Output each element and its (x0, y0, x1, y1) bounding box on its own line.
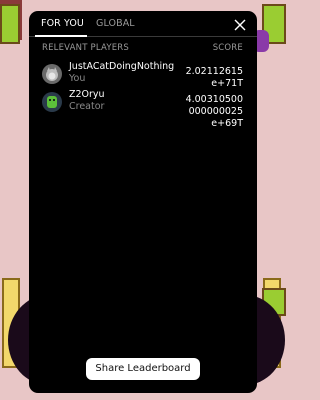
close-icon (234, 19, 246, 31)
player-role: You (69, 73, 86, 84)
player-name: Z2Oryu (69, 89, 105, 100)
tab-for-you[interactable]: FOR YOU (41, 18, 84, 29)
player-score: 4.00310500000000025e+69T (185, 94, 243, 129)
score-column-header: SCORE (212, 43, 243, 53)
leaderboard-row: JustACatDoingNothing You 2.02112615e+71T (29, 61, 257, 91)
players-column-header: RELEVANT PLAYERS (42, 43, 129, 53)
player-name: JustACatDoingNothing (69, 61, 175, 72)
green-character-avatar (42, 92, 62, 112)
cat-photo-avatar (42, 64, 62, 84)
active-tab-indicator (35, 35, 87, 37)
close-button[interactable] (233, 17, 247, 31)
tab-global[interactable]: GLOBAL (96, 18, 135, 29)
leaderboard-row: Z2Oryu Creator 4.00310500000000025e+69T (29, 89, 257, 129)
leaderboard-modal: FOR YOU GLOBAL RELEVANT PLAYERS SCORE Ju… (29, 11, 257, 393)
player-score: 2.02112615e+71T (185, 66, 243, 89)
player-role: Creator (69, 101, 105, 112)
bg-tile-green-left (0, 4, 20, 44)
share-leaderboard-button[interactable]: Share Leaderboard (86, 358, 200, 380)
tab-bar: FOR YOU GLOBAL (29, 11, 257, 37)
